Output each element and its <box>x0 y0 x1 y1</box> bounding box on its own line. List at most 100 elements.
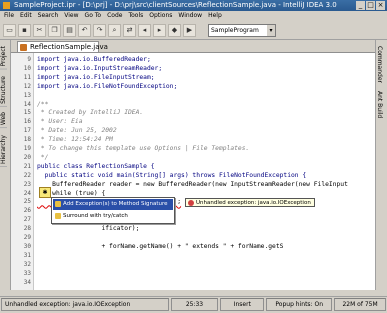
main-toolbar: ▭ ▪ ✂ ❐ ▤ ↶ ↷ ⌕ ⇄ ◂ ▸ ◆ ▶ SampleProgram … <box>0 21 387 40</box>
menu-options[interactable]: Options <box>149 11 172 21</box>
copy-icon[interactable]: ❐ <box>48 23 61 37</box>
error-tooltip-text: Unhandled exception: java.io.IOException <box>196 200 311 206</box>
tool-tab-web[interactable]: Web <box>0 110 7 129</box>
code-line[interactable]: import java.io.InputStreamReader; <box>37 65 162 72</box>
left-tool-strip: Project Structure Web Hierarchy <box>0 40 11 290</box>
menu-help[interactable]: Help <box>208 11 222 21</box>
lightbulb-icon[interactable]: ✱ <box>39 187 51 198</box>
code-line[interactable]: /** <box>37 101 48 108</box>
caret-position: 25:33 <box>170 298 219 311</box>
cut-icon[interactable]: ✂ <box>33 23 46 37</box>
status-message: Unhandled exception: java.io.IOException <box>1 298 169 311</box>
code-line[interactable]: import java.io.FileInputStream; <box>37 74 155 81</box>
paste-icon[interactable]: ▤ <box>63 23 76 37</box>
minimize-button[interactable]: _ <box>356 1 365 10</box>
maximize-button[interactable]: □ <box>366 1 375 10</box>
menu-tools[interactable]: Tools <box>128 11 143 21</box>
menu-goto[interactable]: Go To <box>85 11 102 21</box>
line-number: 17 <box>23 127 31 135</box>
line-number: 32 <box>23 260 31 268</box>
chevron-down-icon: ▾ <box>267 24 275 36</box>
tool-tab-project[interactable]: Project <box>0 44 7 70</box>
code-line[interactable]: * Created by IntelliJ IDEA. <box>37 109 143 116</box>
code-line[interactable]: import java.io.FileNotFoundException; <box>37 83 177 90</box>
line-number: 15 <box>23 109 31 117</box>
redo-icon[interactable]: ↷ <box>93 23 106 37</box>
tool-tab-ant-build[interactable]: Ant Build <box>376 89 383 120</box>
intention-label: Add Exception(s) to Method Signature <box>63 201 168 207</box>
code-line[interactable]: public static void main(String[] args) t… <box>37 172 307 179</box>
editor-tab-label: ReflectionSample.java <box>30 43 108 51</box>
line-number: 14 <box>23 100 31 108</box>
menu-code[interactable]: Code <box>107 11 122 21</box>
line-number: 25 <box>23 198 31 206</box>
memory-indicator[interactable]: 22M of 75M <box>334 298 386 311</box>
line-number: 20 <box>23 153 31 161</box>
replace-icon[interactable]: ⇄ <box>123 23 136 37</box>
intention-label: Surround with try/catch <box>63 213 128 219</box>
forward-icon[interactable]: ▸ <box>153 23 166 37</box>
menu-search[interactable]: Search <box>38 11 59 21</box>
line-number: 11 <box>23 73 31 81</box>
error-icon <box>188 200 194 206</box>
tool-tab-hierarchy[interactable]: Hierarchy <box>0 132 7 167</box>
insert-mode[interactable]: Insert <box>220 298 265 311</box>
java-file-icon <box>20 44 27 51</box>
line-number: 33 <box>23 269 31 277</box>
line-number: 18 <box>23 136 31 144</box>
status-bar: Unhandled exception: java.io.IOException… <box>0 296 387 311</box>
line-number: 34 <box>23 278 31 286</box>
editor-tab-row: ReflectionSample.java <box>11 40 375 53</box>
back-icon[interactable]: ◂ <box>138 23 151 37</box>
code-line[interactable]: ificator); <box>37 225 139 232</box>
intention-popup: Add Exception(s) to Method Signature Sur… <box>51 197 175 224</box>
find-icon[interactable]: ⌕ <box>108 23 121 37</box>
code-line[interactable]: */ <box>37 154 49 161</box>
line-number: 22 <box>23 171 31 179</box>
line-number: 29 <box>23 234 31 241</box>
code-line[interactable]: * User: Eia <box>37 118 83 125</box>
line-number: 13 <box>23 91 31 99</box>
line-number: 24 <box>23 189 31 197</box>
line-number: 31 <box>23 251 31 259</box>
code-line[interactable]: public class ReflectionSample { <box>37 163 155 170</box>
code-line[interactable]: import java.io.BufferedReader; <box>37 56 151 63</box>
line-number: 10 <box>23 64 31 72</box>
undo-icon[interactable]: ↶ <box>78 23 91 37</box>
code-line[interactable]: * To change this template use Options | … <box>37 145 250 152</box>
code-line[interactable]: * Time: 12:54:24 PM <box>37 136 113 143</box>
line-number: 28 <box>23 225 31 233</box>
title-bar: SampleProject.ipr - [D:\prj] - D:\prj\sr… <box>0 0 387 11</box>
run-configuration-select[interactable]: SampleProgram ▾ <box>208 23 276 37</box>
intention-icon <box>55 201 61 207</box>
line-number: 27 <box>23 216 31 224</box>
line-number: 12 <box>23 82 31 90</box>
editor-tab[interactable]: ReflectionSample.java <box>17 41 108 52</box>
tool-tab-commander[interactable]: Commander <box>376 44 383 85</box>
app-icon <box>3 2 10 9</box>
intention-icon <box>55 213 61 219</box>
menu-edit[interactable]: Edit <box>20 11 32 21</box>
popup-hints-toggle[interactable]: Popup hints: On <box>266 298 333 311</box>
menu-bar: File Edit Search View Go To Code Tools O… <box>0 11 387 21</box>
close-button[interactable]: × <box>376 1 385 10</box>
line-number: 21 <box>23 162 31 170</box>
save-icon[interactable]: ▪ <box>18 23 31 37</box>
run-icon[interactable]: ▶ <box>183 23 196 37</box>
line-number: 30 <box>23 242 31 250</box>
error-tooltip: Unhandled exception: java.io.IOException <box>185 198 315 207</box>
menu-view[interactable]: View <box>64 11 78 21</box>
line-number-gutter: 9 10 11 12 13 14 15 16 17 18 19 20 21 22 23 24 25 26 27 28 2… <box>11 53 34 290</box>
line-number: 9 <box>27 56 31 63</box>
open-icon[interactable]: ▭ <box>3 23 16 37</box>
intention-surround-try-catch[interactable]: Surround with try/catch <box>53 211 173 222</box>
code-line[interactable]: + forName.getName() + " extends " + forN… <box>37 243 283 250</box>
tool-tab-structure[interactable]: Structure <box>0 73 7 107</box>
code-line[interactable]: BufferedReader reader = new BufferedRead… <box>37 181 348 188</box>
menu-file[interactable]: File <box>4 11 14 21</box>
menu-window[interactable]: Window <box>178 11 202 21</box>
code-line[interactable]: * Date: Jun 25, 2002 <box>37 127 117 134</box>
compile-icon[interactable]: ◆ <box>168 23 181 37</box>
code-editor[interactable]: 9 10 11 12 13 14 15 16 17 18 19 20 21 22 23 24 25 26 27 28 2… <box>11 53 375 290</box>
intention-add-exception[interactable]: Add Exception(s) to Method Signature <box>53 199 173 210</box>
